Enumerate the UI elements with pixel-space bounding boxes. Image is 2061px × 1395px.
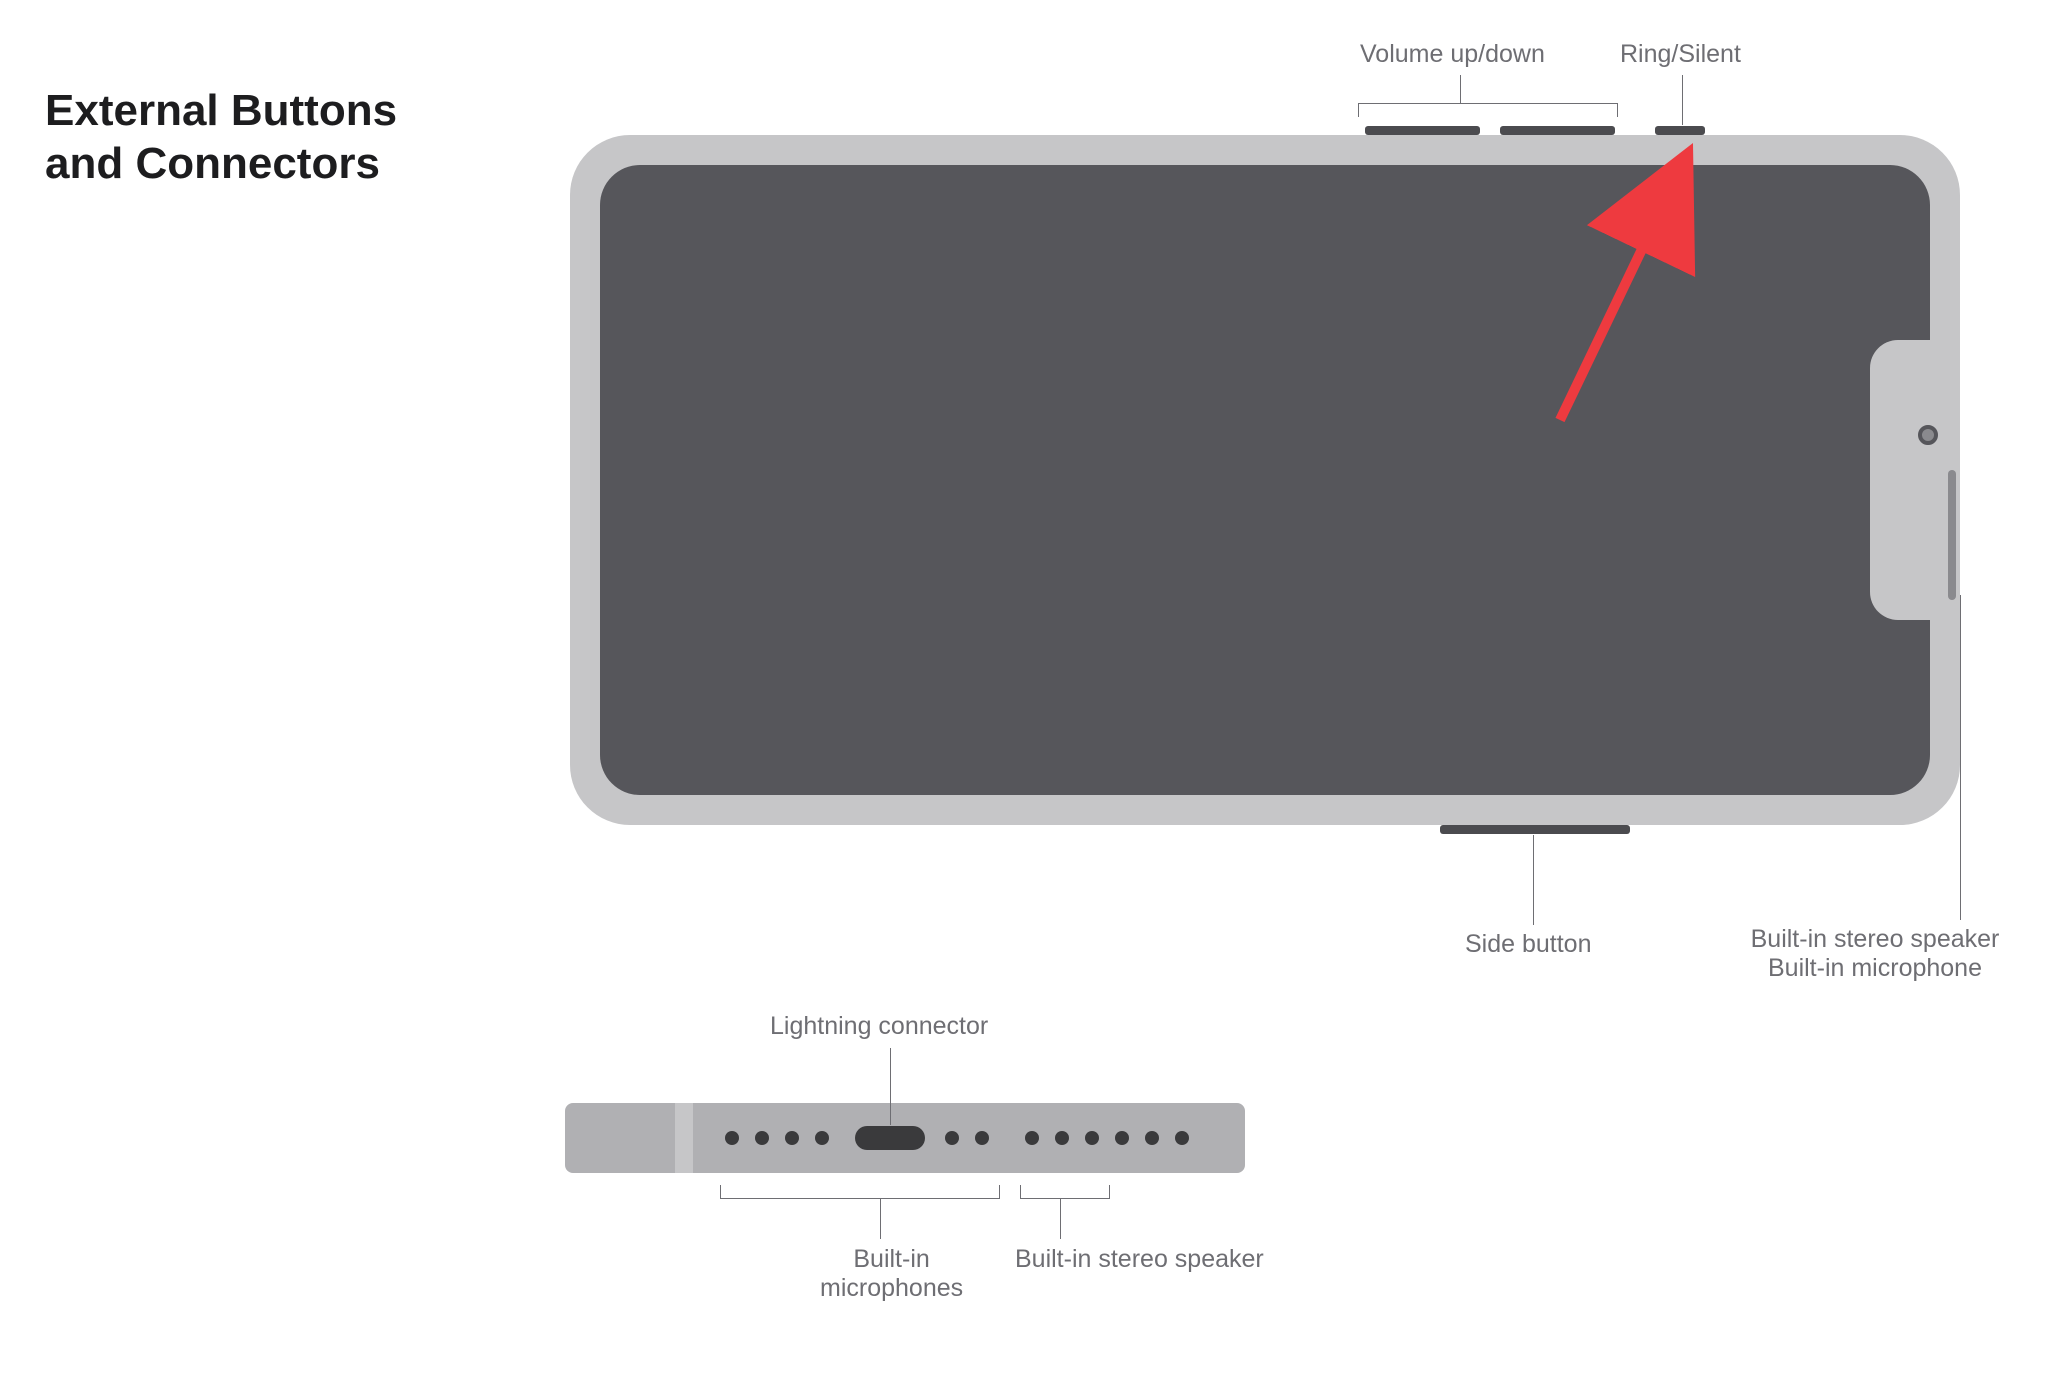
- speaker-hole: [1025, 1131, 1039, 1145]
- bracket-speaker: [1020, 1185, 1110, 1199]
- phone-screen: [600, 165, 1930, 795]
- lead-volume: [1460, 75, 1461, 103]
- label-builtin-speaker: Built-in stereo speaker: [1015, 1245, 1264, 1274]
- label-side-button: Side button: [1465, 930, 1592, 959]
- mic-hole: [815, 1131, 829, 1145]
- speaker-hole: [1055, 1131, 1069, 1145]
- lead-ring-silent: [1682, 75, 1683, 125]
- speaker-hole: [1115, 1131, 1129, 1145]
- label-volume: Volume up/down: [1360, 40, 1545, 69]
- phone-bottom-edge: [565, 1103, 1245, 1173]
- lightning-connector: [855, 1126, 925, 1150]
- lead-side-button: [1533, 835, 1534, 925]
- bracket-volume: [1358, 103, 1618, 117]
- earpiece-speaker: [1948, 470, 1956, 600]
- label-lightning: Lightning connector: [770, 1012, 988, 1041]
- label-ring-silent: Ring/Silent: [1620, 40, 1741, 69]
- volume-up-button: [1365, 126, 1480, 135]
- label-builtin-mics: Built-in microphones: [820, 1245, 963, 1303]
- side-button: [1440, 825, 1630, 834]
- bottom-edge-divider: [675, 1103, 693, 1173]
- speaker-hole: [1085, 1131, 1099, 1145]
- volume-down-button: [1500, 126, 1615, 135]
- mic-hole: [725, 1131, 739, 1145]
- notch: [1870, 340, 1930, 620]
- lead-lightning: [890, 1048, 891, 1125]
- lead-speaker-mic: [1960, 595, 1961, 920]
- speaker-hole: [1175, 1131, 1189, 1145]
- page-title: External Buttons and Connectors: [45, 85, 397, 191]
- front-camera: [1918, 425, 1938, 445]
- bracket-mics: [720, 1185, 1000, 1199]
- mic-hole: [785, 1131, 799, 1145]
- mic-hole: [975, 1131, 989, 1145]
- speaker-hole: [1145, 1131, 1159, 1145]
- ring-silent-switch: [1655, 126, 1705, 135]
- mic-hole: [755, 1131, 769, 1145]
- lead-bottom-speaker: [1060, 1199, 1061, 1239]
- mic-hole: [945, 1131, 959, 1145]
- label-speaker-mic: Built-in stereo speaker Built-in microph…: [1740, 925, 2010, 983]
- lead-mics: [880, 1199, 881, 1239]
- phone-body: [570, 135, 1960, 825]
